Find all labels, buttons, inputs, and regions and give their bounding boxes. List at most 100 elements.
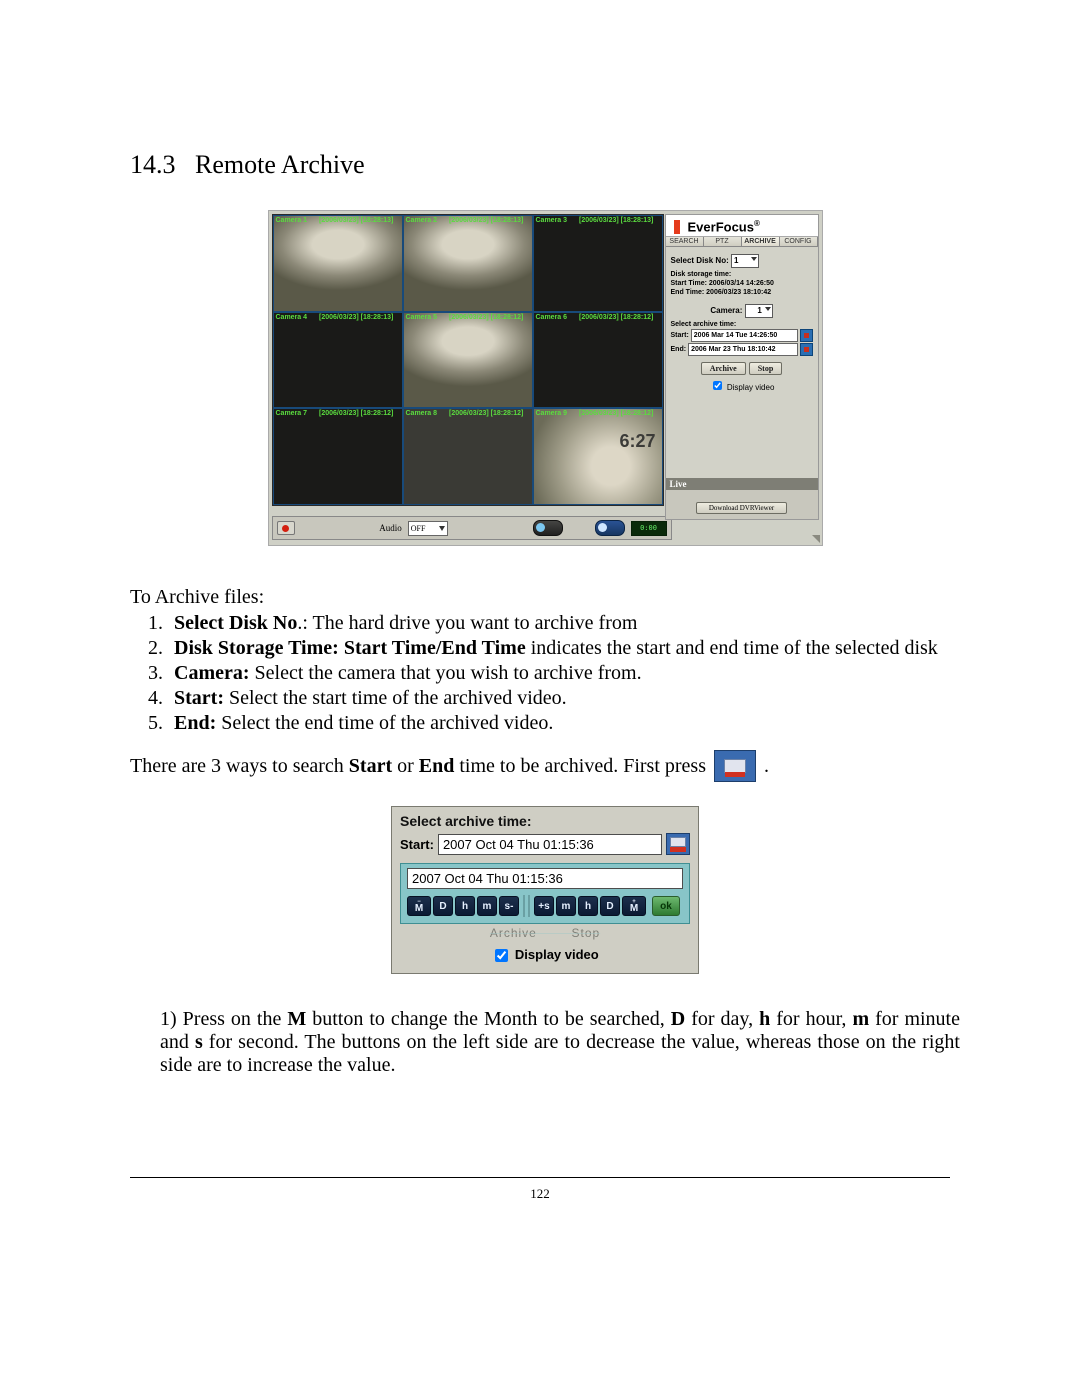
ways-text: or xyxy=(392,755,419,777)
archive-start-input[interactable]: 2006 Mar 14 Tue 14:26:50 xyxy=(691,329,798,342)
section-title: 14.3 Remote Archive xyxy=(130,150,960,180)
key-s-plus[interactable]: +s xyxy=(534,896,554,916)
key-ok[interactable]: ok xyxy=(652,896,680,916)
jog-dial-left[interactable] xyxy=(533,520,563,536)
camera-select-label: Camera: xyxy=(710,306,742,315)
step-5: End: Select the end time of the archived… xyxy=(168,711,960,736)
download-dvrviewer-button[interactable]: Download DVRViewer xyxy=(696,502,787,514)
audio-label: Audio xyxy=(379,523,402,533)
sat-start-input[interactable]: 2007 Oct 04 Thu 01:15:36 xyxy=(438,834,662,855)
resize-grip-icon[interactable] xyxy=(812,535,820,543)
camera-tile-7[interactable]: Camera 7[2006/03/23] [18:28:12] xyxy=(273,408,403,505)
key-min-plus[interactable]: m xyxy=(556,896,576,916)
key-min-minus[interactable]: m xyxy=(477,896,497,916)
key-d-minus[interactable]: D xyxy=(433,896,453,916)
ways-text: There are 3 ways to search xyxy=(130,755,349,777)
camera-tile-8[interactable]: Camera 8[2006/03/23] [18:28:12] xyxy=(403,408,533,505)
archive-end-picker-icon[interactable] xyxy=(800,343,813,356)
step-rest: indicates the start and end time of the … xyxy=(526,637,938,659)
select-disk-dropdown[interactable]: 1 xyxy=(731,254,759,268)
step-bold: Select Disk No xyxy=(174,612,297,634)
instruction-list: Select Disk No.: The hard drive you want… xyxy=(130,611,960,736)
para-text: button to change the Month to be searche… xyxy=(306,1008,671,1030)
camera-tile-4[interactable]: Camera 4[2006/03/23] [18:28:13] xyxy=(273,312,403,409)
logo-reg: ® xyxy=(754,219,760,228)
camera-timestamp: [2006/03/23] [18:28:13] xyxy=(319,217,393,224)
step-rest: .: The hard drive you want to archive fr… xyxy=(297,612,637,634)
archive-start-label: Start: xyxy=(671,332,689,339)
para-text: 1) Press on the xyxy=(160,1008,287,1030)
key-s-minus[interactable]: s- xyxy=(499,896,519,916)
camera-tile-3[interactable]: Camera 3[2006/03/23] [18:28:13] xyxy=(533,215,663,312)
key-m-minus[interactable]: −M xyxy=(407,896,431,916)
ways-bold: End xyxy=(419,755,455,777)
camera-name: Camera 6 xyxy=(536,314,568,321)
sat-dropdown: 2007 Oct 04 Thu 01:15:36 −M D h m s- +s … xyxy=(400,863,690,924)
sat-display-video-checkbox[interactable] xyxy=(495,949,508,962)
brand-logo: EverFocus® xyxy=(666,215,818,236)
key-h-minus[interactable]: h xyxy=(455,896,475,916)
camera-grid: Camera 1[2006/03/23] [18:28:13] Camera 2… xyxy=(272,214,664,506)
camera-timestamp: [2006/03/23] [18:28:12] xyxy=(579,410,653,417)
stop-button[interactable]: Stop xyxy=(749,362,783,375)
time-picker-icon xyxy=(714,750,756,782)
para-bold: M xyxy=(287,1008,306,1030)
key-h-plus[interactable]: h xyxy=(578,896,598,916)
logo-text: EverFocus xyxy=(688,219,754,234)
step-3: Camera: Select the camera that you wish … xyxy=(168,661,960,686)
step-1: Select Disk No.: The hard drive you want… xyxy=(168,611,960,636)
sat-hidden-buttons: Archive Stop xyxy=(400,926,690,940)
select-archive-time-panel: Select archive time: Start: 2007 Oct 04 … xyxy=(391,806,699,974)
disk-storage-label: Disk storage time: xyxy=(671,271,813,278)
camera-timestamp: [2006/03/23] [18:28:12] xyxy=(449,314,523,321)
disk-end-time: End Time: 2006/03/23 18:10:42 xyxy=(671,289,813,298)
step-rest: Select the start time of the archived vi… xyxy=(224,687,567,709)
camera-name: Camera 9 xyxy=(536,410,568,417)
explanation-paragraph: 1) Press on the M button to change the M… xyxy=(160,1008,960,1077)
camera-tile-6[interactable]: Camera 6[2006/03/23] [18:28:12] xyxy=(533,312,663,409)
step-4: Start: Select the start time of the arch… xyxy=(168,686,960,711)
camera-select-dropdown[interactable]: 1 xyxy=(745,304,773,318)
key-m-plus[interactable]: +M xyxy=(622,896,646,916)
key-d-plus[interactable]: D xyxy=(600,896,620,916)
tab-ptz[interactable]: PTZ xyxy=(704,237,742,246)
lead-text: To Archive files: xyxy=(130,586,960,609)
ways-text: time to be archived. First press xyxy=(454,755,706,777)
sat-picker-icon[interactable] xyxy=(666,833,690,855)
camera-tile-5[interactable]: Camera 5[2006/03/23] [18:28:12] xyxy=(403,312,533,409)
step-bold: Camera: xyxy=(174,662,250,684)
camera-timestamp: [2006/03/23] [18:28:12] xyxy=(319,410,393,417)
step-rest: Select the camera that you wish to archi… xyxy=(250,662,642,684)
step-bold: End: xyxy=(174,712,216,734)
camera-tile-2[interactable]: Camera 2[2006/03/23] [18:28:13] xyxy=(403,215,533,312)
camera-tile-9[interactable]: Camera 9[2006/03/23] [18:28:12] 6:27 xyxy=(533,408,663,505)
archive-start-picker-icon[interactable] xyxy=(800,329,813,342)
archive-button[interactable]: Archive xyxy=(701,362,746,375)
audio-select[interactable]: OFF xyxy=(408,521,448,536)
sat-start-label: Start: xyxy=(400,837,434,852)
section-number: 14.3 xyxy=(130,150,176,179)
para-bold: m xyxy=(852,1008,869,1030)
display-video-checkbox[interactable] xyxy=(713,381,722,390)
tab-archive[interactable]: ARCHIVE xyxy=(742,237,780,246)
sat-hidden-archive: Archive xyxy=(490,926,537,940)
section-name: Remote Archive xyxy=(195,150,365,179)
ways-text: . xyxy=(764,755,769,778)
player-controls: Audio OFF 0:00 xyxy=(272,516,672,540)
para-bold: s xyxy=(195,1031,203,1053)
camera-timestamp: [2006/03/23] [18:28:12] xyxy=(449,410,523,417)
sat-dropdown-field[interactable]: 2007 Oct 04 Thu 01:15:36 xyxy=(407,868,683,889)
tab-search[interactable]: SEARCH xyxy=(666,237,704,246)
record-button[interactable] xyxy=(277,521,295,535)
tab-config[interactable]: CONFIG xyxy=(780,237,818,246)
jog-dial-right[interactable] xyxy=(595,520,625,536)
camera-name: Camera 3 xyxy=(536,217,568,224)
camera-timestamp: [2006/03/23] [18:28:13] xyxy=(319,314,393,321)
para-text: for hour, xyxy=(770,1008,852,1030)
archive-sidebar: EverFocus® SEARCH PTZ ARCHIVE CONFIG Sel… xyxy=(665,214,819,520)
camera-tile-1[interactable]: Camera 1[2006/03/23] [18:28:13] xyxy=(273,215,403,312)
sat-hidden-stop: Stop xyxy=(572,926,601,940)
select-disk-label: Select Disk No: xyxy=(671,256,729,265)
archive-end-input[interactable]: 2006 Mar 23 Thu 18:10:42 xyxy=(688,343,797,356)
step-bold: Start: xyxy=(174,687,224,709)
